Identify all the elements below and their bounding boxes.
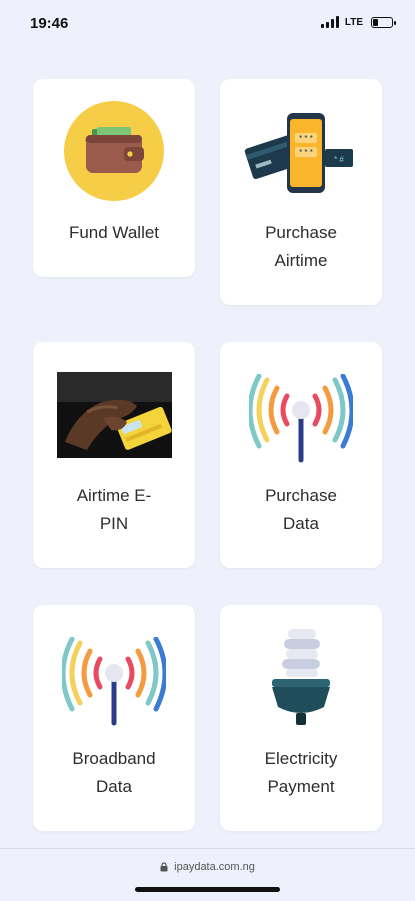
address-bar[interactable]: ipaydata.com.ng xyxy=(0,861,415,873)
service-label: Airtime E-PIN xyxy=(76,486,152,533)
battery-icon xyxy=(371,16,396,28)
svg-text:* * *: * * * xyxy=(299,134,313,143)
status-bar: 19:46 LTE xyxy=(0,0,415,50)
service-label: Broadband Data xyxy=(72,749,156,796)
home-indicator[interactable] xyxy=(135,887,280,892)
wallet-icon xyxy=(33,101,195,201)
browser-bottom-bar: ipaydata.com.ng xyxy=(0,848,415,901)
light-bulb-icon xyxy=(220,627,382,727)
svg-text:* #: * # xyxy=(334,155,344,164)
service-label: Purchase Data xyxy=(265,486,337,533)
svg-text:* * *: * * * xyxy=(299,148,313,157)
service-card-fund-wallet[interactable]: Fund Wallet xyxy=(33,79,195,277)
service-label: Fund Wallet xyxy=(68,223,160,242)
status-indicators: LTE xyxy=(320,16,396,28)
service-label: Purchase Airtime xyxy=(265,223,337,270)
recharge-card-photo xyxy=(33,372,195,458)
service-label: Electricity Payment xyxy=(264,749,338,796)
phone-cards-icon: * * * * * * * # xyxy=(220,107,382,207)
url-text: ipaydata.com.ng xyxy=(174,861,255,873)
service-card-airtime-epin[interactable]: Airtime E-PIN xyxy=(33,342,195,568)
lock-icon xyxy=(160,862,168,872)
network-type: LTE xyxy=(344,16,363,28)
cellular-signal-icon xyxy=(320,16,339,28)
service-card-electricity-payment[interactable]: Electricity Payment xyxy=(220,605,382,831)
signal-broadcast-icon xyxy=(33,633,195,733)
status-time: 19:46 xyxy=(30,15,69,32)
service-card-broadband-data[interactable]: Broadband Data xyxy=(33,605,195,831)
signal-broadcast-icon xyxy=(220,370,382,470)
service-card-purchase-data[interactable]: Purchase Data xyxy=(220,342,382,568)
service-card-purchase-airtime[interactable]: * * * * * * * # Purchase Airtime xyxy=(220,79,382,305)
